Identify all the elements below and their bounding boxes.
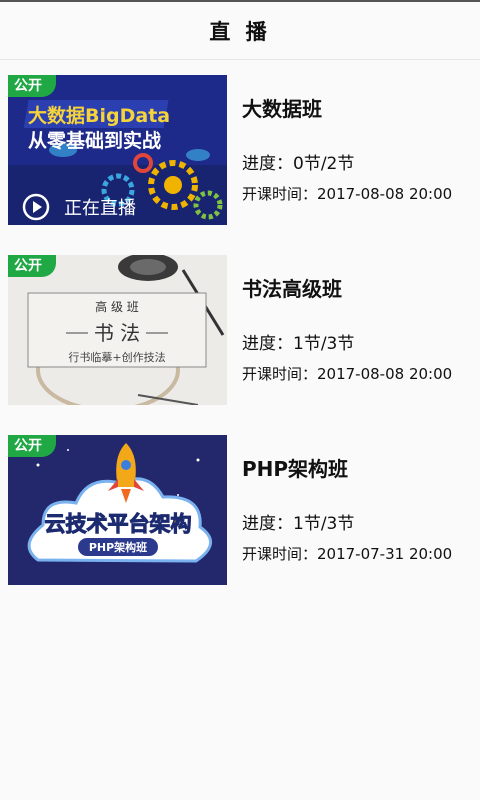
course-info: 书法高级班 进度：1节/3节 开课时间：2017-08-08 20:00 — [227, 255, 452, 405]
public-badge: 公开 — [8, 75, 56, 97]
course-item-bigdata[interactable]: 大数据BigData 从零基础到实战 公开 正在直播 大数据班 进度：0节/2节… — [0, 75, 480, 225]
live-label: 正在直播 — [64, 198, 136, 219]
course-title: PHP架构班 — [242, 457, 349, 481]
public-badge: 公开 — [8, 435, 56, 457]
course-item-calligraphy[interactable]: 高 级 班 书 法 行书临摹+创作技法 公开 书法高级班 进度：1节/3节 开课… — [0, 255, 480, 405]
cover-line2: 从零基础到实战 — [28, 129, 161, 152]
php-cover-art: 云技术平台架构 PHP架构班 — [8, 435, 227, 585]
course-progress: 进度：1节/3节 — [242, 334, 355, 354]
course-start-time: 开课时间：2017-07-31 20:00 — [242, 545, 453, 563]
cover-line3: 行书临摹+创作技法 — [68, 350, 165, 364]
cover-line1: 大数据BigData — [28, 104, 170, 127]
course-list: 大数据BigData 从零基础到实战 公开 正在直播 大数据班 进度：0节/2节… — [0, 60, 480, 585]
public-badge: 公开 — [8, 255, 56, 277]
course-progress: 进度：1节/3节 — [242, 514, 355, 534]
course-title: 书法高级班 — [242, 277, 342, 301]
course-start-time: 开课时间：2017-08-08 20:00 — [242, 185, 453, 203]
app-header: 直 播 — [0, 2, 480, 60]
play-circle-icon — [22, 193, 50, 221]
live-indicator[interactable]: 正在直播 — [8, 189, 227, 225]
page-title: 直 播 — [209, 19, 271, 44]
course-thumbnail[interactable]: 高 级 班 书 法 行书临摹+创作技法 公开 — [8, 255, 227, 405]
cover-line1: 高 级 班 — [95, 299, 139, 314]
cover-line2: 书 法 — [94, 321, 140, 345]
course-start-time: 开课时间：2017-08-08 20:00 — [242, 365, 453, 383]
course-thumbnail[interactable]: 大数据BigData 从零基础到实战 公开 正在直播 — [8, 75, 227, 225]
cover-line1: 云技术平台架构 — [45, 512, 192, 536]
calligraphy-cover-art: 高 级 班 书 法 行书临摹+创作技法 — [8, 255, 227, 405]
course-item-php[interactable]: 云技术平台架构 PHP架构班 公开 PHP架构班 进度：1节/3节 开课时间：2… — [0, 435, 480, 585]
course-info: 大数据班 进度：0节/2节 开课时间：2017-08-08 20:00 — [227, 75, 452, 225]
course-progress: 进度：0节/2节 — [242, 154, 355, 174]
cover-line2: PHP架构班 — [89, 540, 147, 554]
course-info: PHP架构班 进度：1节/3节 开课时间：2017-07-31 20:00 — [227, 435, 452, 585]
course-thumbnail[interactable]: 云技术平台架构 PHP架构班 公开 — [8, 435, 227, 585]
course-title: 大数据班 — [242, 97, 322, 121]
